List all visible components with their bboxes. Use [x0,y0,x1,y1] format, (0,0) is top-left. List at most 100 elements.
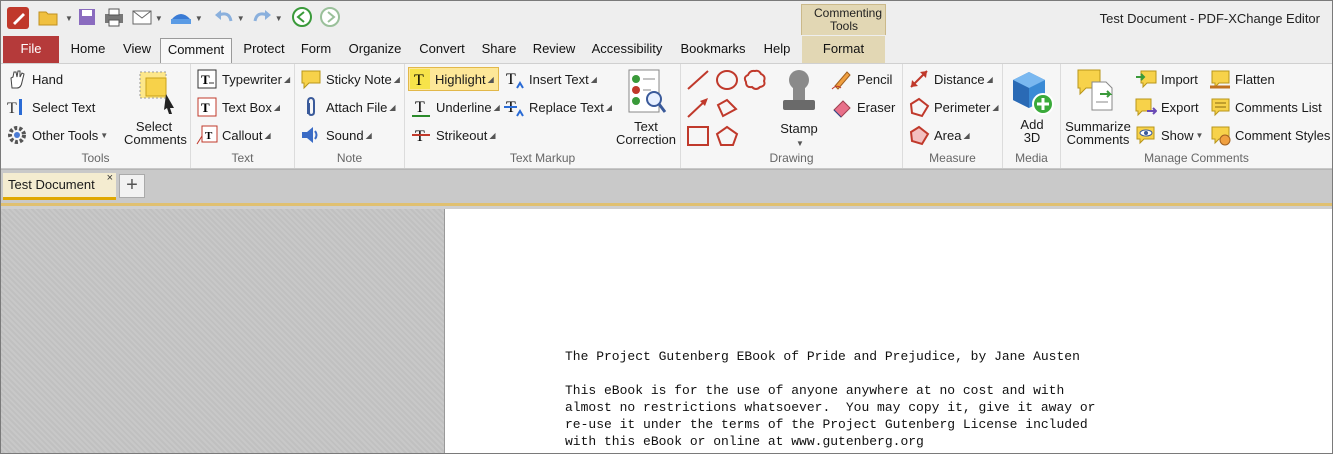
tab-help[interactable]: Help [757,38,797,62]
typewriter-button[interactable]: T Typewriter ◢ [196,67,290,91]
quick-access-toolbar: ▼ ▼ ▼ ▼ ▼ [7,6,341,30]
undo-icon[interactable] [213,7,235,30]
stamp-button[interactable]: Stamp ▼ [771,68,827,150]
attach-file-button[interactable]: Attach File ◢ [300,95,396,119]
app-icon[interactable] [7,7,29,29]
select-text-icon: T [6,96,28,118]
new-tab-button[interactable]: + [119,174,145,198]
cloud-tool-icon[interactable] [743,69,767,94]
tab-convert[interactable]: Convert [414,38,470,62]
tab-form[interactable]: Form [295,38,337,62]
tab-review[interactable]: Review [528,38,580,62]
chevron-down-icon[interactable]: ▼ [237,14,245,23]
caret: ◢ [489,130,496,140]
sticky-note-button[interactable]: Sticky Note ◢ [300,67,400,91]
tab-file[interactable]: File [3,36,59,63]
back-icon[interactable] [291,6,313,31]
comments-list-icon [1209,96,1231,118]
strikeout-icon: T [410,124,432,146]
hand-icon [6,68,28,90]
stamp-icon [771,68,827,120]
rectangle-tool-icon[interactable] [686,125,710,150]
save-icon[interactable] [77,7,97,30]
flatten-button[interactable]: Flatten [1209,67,1275,91]
area-button[interactable]: Area ◢ [908,123,970,147]
chevron-down-icon[interactable]: ▼ [275,14,283,23]
tab-comment[interactable]: Comment [160,38,232,64]
gear-icon [6,124,28,146]
print-icon[interactable] [103,7,125,30]
show-button[interactable]: Show ▼ [1135,123,1203,147]
select-comments-icon [119,68,189,118]
line-tool-icon[interactable] [686,69,710,94]
document-tab-label: Test Document [8,177,95,192]
distance-button[interactable]: Distance ◢ [908,67,993,91]
tab-bookmarks[interactable]: Bookmarks [674,38,752,62]
chevron-down-icon[interactable]: ▼ [155,14,163,23]
area-icon [908,124,930,146]
summarize-comments-icon [1064,68,1132,118]
sound-button[interactable]: Sound ◢ [300,123,372,147]
tab-accessibility[interactable]: Accessibility [586,38,668,62]
chevron-down-icon[interactable]: ▼ [195,14,203,23]
scan-icon[interactable] [169,7,193,30]
summarize-comments-button[interactable]: Summarize Comments [1064,68,1132,146]
forward-icon[interactable] [319,6,341,31]
text-box-button[interactable]: T Text Box ◢ [196,95,280,119]
caret: ◢ [283,74,291,84]
strikeout-button[interactable]: T Strikeout ◢ [410,123,495,147]
underline-button[interactable]: T Underline ◢ [410,95,500,119]
caret: ◢ [963,130,970,140]
tab-organize[interactable]: Organize [343,38,407,62]
insert-text-button[interactable]: T Insert Text ◢ [503,67,597,91]
callout-button[interactable]: T Callout ◢ [196,123,271,147]
group-label: Drawing [769,151,814,165]
close-icon[interactable]: × [107,172,113,184]
chevron-down-icon[interactable]: ▼ [65,14,73,23]
group-manage-comments: Summarize Comments Import Export Show ▼ F… [1061,64,1332,168]
hand-button[interactable]: Hand [6,67,63,91]
open-icon[interactable] [37,7,61,30]
tab-view[interactable]: View [115,38,159,62]
text-line: almost no restrictions whatsoever. You m… [565,400,1096,415]
title-bar: ▼ ▼ ▼ ▼ ▼ Commenting Tools Test Document… [1,1,1332,64]
add-3d-button[interactable]: Add 3D [1005,68,1059,144]
caret: ◢ [264,130,271,140]
comments-list-button[interactable]: Comments List [1209,95,1322,119]
comment-styles-button[interactable]: Comment Styles [1209,123,1330,147]
eraser-button[interactable]: Eraser [831,95,895,119]
tab-protect[interactable]: Protect [236,38,292,62]
highlight-button[interactable]: T Highlight ◢ [408,67,499,91]
perimeter-button[interactable]: Perimeter ◢ [908,95,999,119]
tab-home[interactable]: Home [63,38,113,62]
replace-text-button[interactable]: TReplace Text◢ [503,95,612,119]
oval-tool-icon[interactable] [715,69,739,94]
group-label: Note [336,151,363,165]
group-label: Text [231,151,254,165]
document-tab[interactable]: Test Document × [3,172,116,200]
import-icon [1135,68,1157,90]
ribbon-tab-bar: File Home View Comment Protect Form Orga… [1,35,1332,64]
arrow-tool-icon[interactable] [686,97,710,122]
pdf-page[interactable]: The Project Gutenberg EBook of Pride and… [444,209,1332,453]
text-correction-button[interactable]: Text Correction [615,68,677,146]
select-comments-button[interactable]: Select Comments [119,68,189,146]
redo-icon[interactable] [251,7,273,30]
tab-share[interactable]: Share [477,38,521,62]
pencil-button[interactable]: Pencil [831,67,892,91]
polygon-tool-icon[interactable] [715,125,739,150]
polyline-tool-icon[interactable] [715,97,739,122]
speaker-icon [300,124,322,146]
email-icon[interactable] [131,7,153,30]
group-label: Tools [81,151,110,165]
select-text-button[interactable]: T Select Text [6,95,95,119]
import-button[interactable]: Import [1135,67,1198,91]
other-tools-button[interactable]: Other Tools ▼ [6,123,108,147]
export-button[interactable]: Export [1135,95,1199,119]
text-line: re-use it under the terms of the Project… [565,417,1088,432]
cube-icon [1005,68,1059,120]
group-drawing: Stamp ▼ Pencil Eraser Drawing [681,64,903,168]
tab-format[interactable]: Format [802,36,885,63]
caret: ◢ [273,102,281,112]
document-tab-bar: Test Document × + [1,169,1332,203]
